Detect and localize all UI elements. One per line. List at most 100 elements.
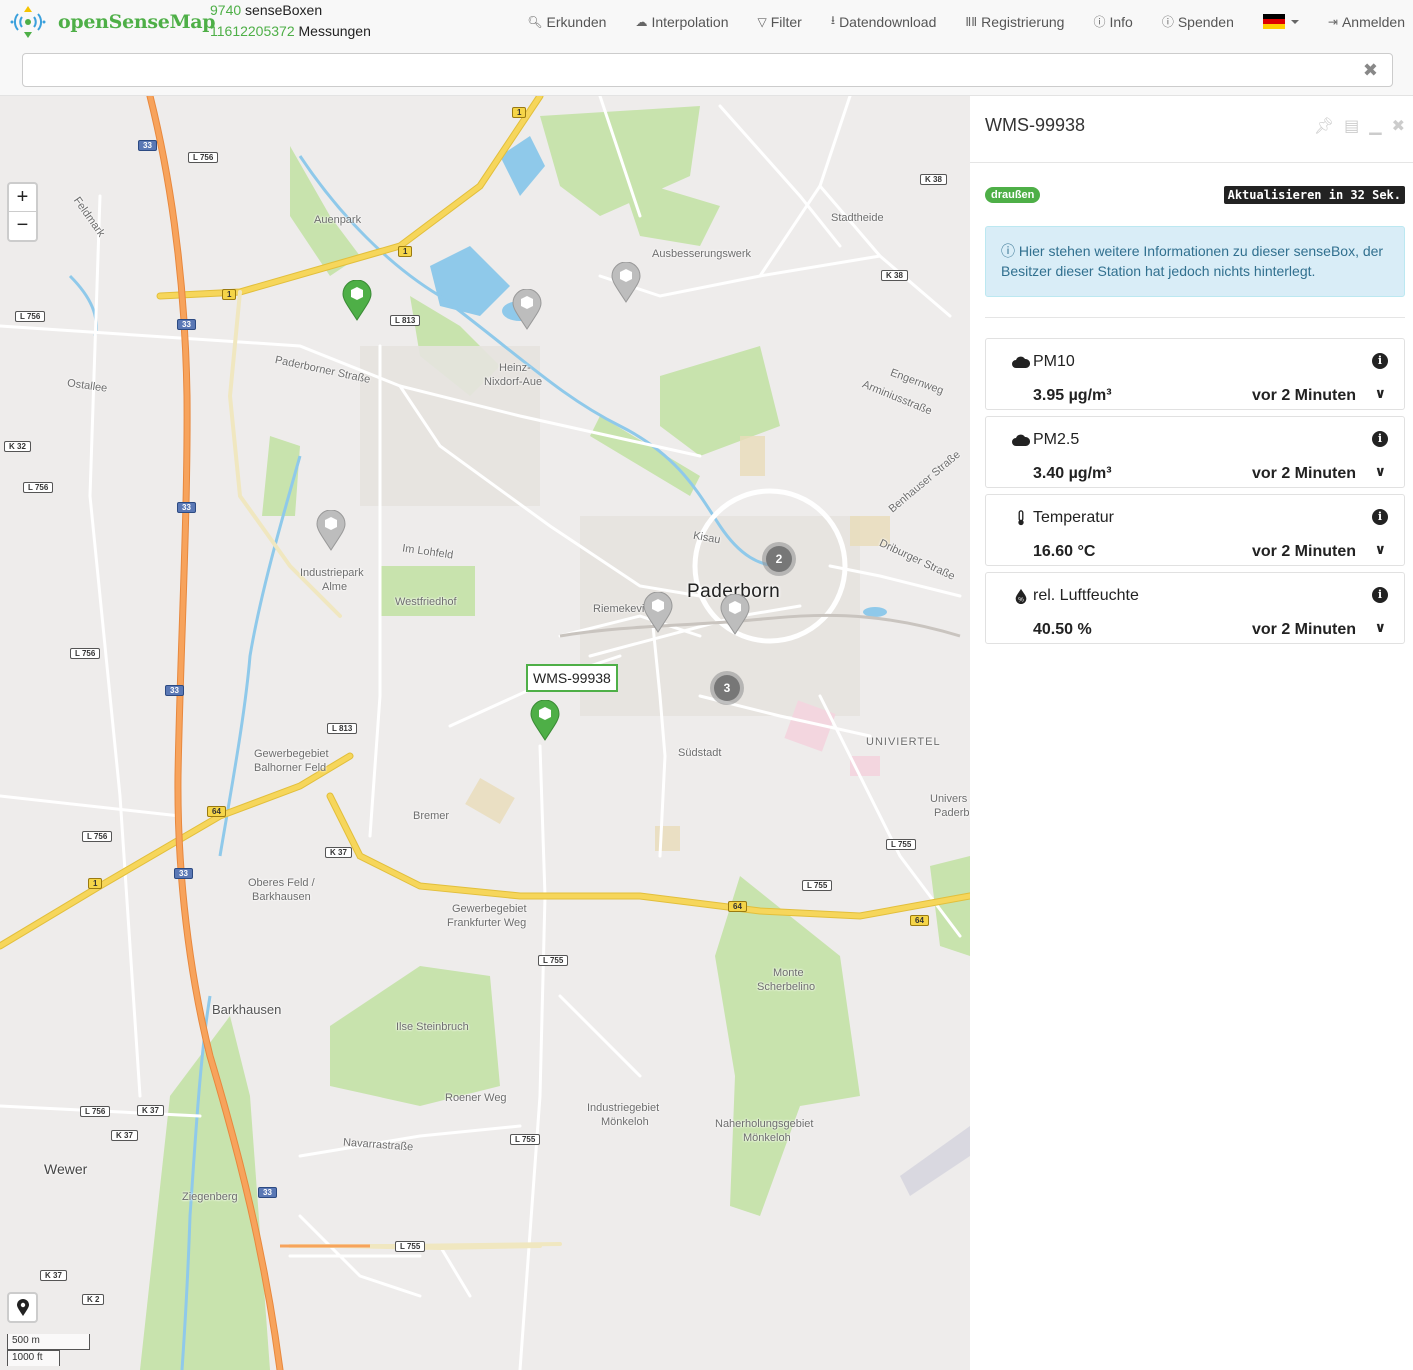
sensor-card-humidity[interactable]: % rel. Luftfeuchte i 40.50 % vor 2 Minut…: [985, 572, 1405, 644]
exposure-badge: draußen: [985, 187, 1041, 203]
sensebox-marker-inactive[interactable]: [643, 592, 673, 634]
sensor-timestamp: vor 2 Minuten: [1251, 387, 1356, 404]
info-circle-icon: ⓘ: [1001, 243, 1015, 259]
map-label-univiertel: UNIVIERTEL: [866, 736, 941, 748]
map-label-gewerbegebiet-frankfurter: Gewerbegebiet: [452, 903, 527, 915]
info-circle-icon[interactable]: i: [1372, 587, 1388, 603]
info-circle-icon[interactable]: i: [1372, 353, 1388, 369]
language-dropdown[interactable]: [1262, 14, 1299, 29]
road-shield-a33: 33: [165, 685, 184, 696]
map-label-moenkeloh: Mönkeloh: [601, 1116, 649, 1128]
nav-info[interactable]: ⓘ Info: [1093, 13, 1132, 30]
sensor-card-temperature[interactable]: Temperatur i 16.60 °C vor 2 Minuten ∨: [985, 494, 1405, 566]
locate-me-button[interactable]: [7, 1292, 38, 1323]
map-label-universitaet: Univers: [930, 793, 968, 805]
map-label-suedstadt: Südstadt: [678, 747, 722, 759]
sensebox-marker-inactive[interactable]: [512, 289, 542, 331]
map-label-westfriedhof: Westfriedhof: [395, 596, 457, 608]
nav-download[interactable]: ⭳ Datendownload: [831, 11, 937, 32]
search-icon: 🔍︎: [527, 14, 543, 29]
road-shield-a33: 33: [174, 868, 193, 879]
road-shield-k32: K 32: [4, 441, 31, 452]
nav-login[interactable]: ⇥ Anmelden: [1328, 14, 1405, 30]
road-shield-l756: L 756: [80, 1106, 111, 1117]
box-label: senseBoxen: [245, 2, 323, 18]
map-label-industriepark: Industriepark: [300, 567, 364, 579]
nav-filter[interactable]: ▽ Filter: [758, 14, 802, 30]
top-navbar: openSenseMap 9740 senseBoxen 11612205372…: [0, 0, 1413, 96]
map-view[interactable]: 33 33 33 33 33 33 1 1 1 1 64 64 64 L 756…: [0, 96, 970, 1370]
road-shield-k38: K 38: [881, 270, 908, 281]
search-bar: ✖: [22, 53, 1393, 87]
chevron-down-icon[interactable]: ∨: [1375, 385, 1386, 402]
barcode-icon: ⅡⅡ: [965, 14, 978, 29]
map-label-industriegebiet: Industriegebiet: [587, 1102, 660, 1114]
close-icon[interactable]: ✖: [1392, 116, 1405, 136]
search-input[interactable]: [23, 54, 1323, 86]
road-shield-a33: 33: [177, 502, 196, 513]
marker-cluster[interactable]: 2: [762, 542, 796, 576]
info-circle-icon: ⓘ: [1161, 15, 1174, 29]
road-shield-k37: K 37: [137, 1105, 164, 1116]
road-shield-b1: 1: [222, 289, 237, 300]
road-shield-b64: 64: [207, 806, 226, 817]
map-label-nixdorf-aue: Nixdorf-Aue: [484, 376, 543, 388]
nav-interpolation[interactable]: ☁ Interpolation: [635, 14, 728, 30]
nav-filter-label: Filter: [770, 13, 802, 30]
info-circle-icon[interactable]: i: [1372, 431, 1388, 447]
clear-search-icon[interactable]: ✖: [1363, 60, 1378, 81]
archive-icon[interactable]: ▤: [1344, 116, 1359, 136]
sensor-card-pm10[interactable]: PM10 i 3.95 µg/m³ vor 2 Minuten ∨: [985, 338, 1405, 410]
main-nav: 🔍︎ Erkunden ☁ Interpolation ▽ Filter ⭳ Daten…: [498, 11, 1405, 32]
sensebox-marker-active[interactable]: [342, 280, 372, 322]
sensebox-marker-inactive[interactable]: [720, 594, 750, 636]
sensor-timestamp: vor 2 Minuten: [1251, 621, 1356, 638]
chevron-down-icon[interactable]: ∨: [1375, 463, 1386, 480]
chevron-down-icon[interactable]: ∨: [1375, 541, 1386, 558]
road-shield-l755: L 755: [510, 1134, 541, 1145]
brand-name: openSenseMap: [58, 11, 216, 33]
sensor-value: 40.50 %: [1033, 621, 1092, 638]
pin-icon[interactable]: 📌︎: [1314, 116, 1334, 136]
road-shield-k37: K 37: [325, 847, 352, 858]
nav-info-label: Info: [1109, 13, 1133, 30]
sensor-title: Temperatur: [1033, 509, 1114, 526]
road-shield-a33: 33: [177, 319, 196, 330]
map-scale: 500 m 1000 ft: [7, 1334, 90, 1366]
chevron-down-icon[interactable]: ∨: [1375, 619, 1386, 636]
map-label-barkhausen: Barkhausen: [252, 891, 311, 903]
nav-explore[interactable]: 🔍︎ Erkunden: [527, 14, 606, 30]
map-label-barkhausen-2: Barkhausen: [212, 1002, 282, 1017]
cloud-icon: ☁: [635, 14, 648, 29]
nav-register[interactable]: ⅡⅡ Registrierung: [965, 14, 1064, 30]
road-shield-l756: L 756: [188, 152, 219, 163]
german-flag-icon: [1262, 14, 1285, 29]
sensor-card-pm25[interactable]: PM2.5 i 3.40 µg/m³ vor 2 Minuten ∨: [985, 416, 1405, 488]
sensebox-marker-inactive[interactable]: [316, 510, 346, 552]
sensor-timestamp: vor 2 Minuten: [1251, 465, 1356, 482]
brand-logo[interactable]: openSenseMap: [8, 4, 216, 40]
road-shield-k2: K 2: [82, 1294, 105, 1305]
info-circle-icon[interactable]: i: [1372, 509, 1388, 525]
nav-register-label: Registrierung: [981, 13, 1065, 30]
map-label-gewerbegebiet-balhorner: Gewerbegebiet: [254, 748, 329, 760]
zoom-control: + −: [7, 182, 38, 242]
sensebox-marker-inactive[interactable]: [611, 262, 641, 304]
sensebox-marker-selected[interactable]: [530, 700, 560, 742]
road-shield-k37: K 37: [40, 1270, 67, 1281]
sensor-value: 16.60 °C: [1033, 543, 1096, 560]
zoom-out-button[interactable]: −: [9, 212, 36, 240]
marker-cluster[interactable]: 3: [710, 671, 744, 705]
nav-donate[interactable]: ⓘ Spenden: [1162, 13, 1234, 30]
map-label-wewer: Wewer: [44, 1161, 88, 1177]
nav-login-label: Anmelden: [1341, 13, 1405, 30]
box-description-alert: ⓘ Hier stehen weitere Informationen zu d…: [985, 226, 1405, 297]
road-shield-a33: 33: [258, 1187, 277, 1198]
map-label-roener-weg: Roener Weg: [445, 1092, 507, 1104]
road-shield-b1: 1: [512, 107, 527, 118]
box-detail-sidebar: WMS-99938 📌︎ ▤ ▁ ✖ draußen Aktualisieren…: [970, 96, 1413, 1370]
minimize-icon[interactable]: ▁: [1369, 116, 1381, 136]
road-shield-l755: L 755: [538, 955, 569, 966]
zoom-in-button[interactable]: +: [9, 184, 36, 212]
measurement-count: 11612205372: [210, 23, 295, 39]
